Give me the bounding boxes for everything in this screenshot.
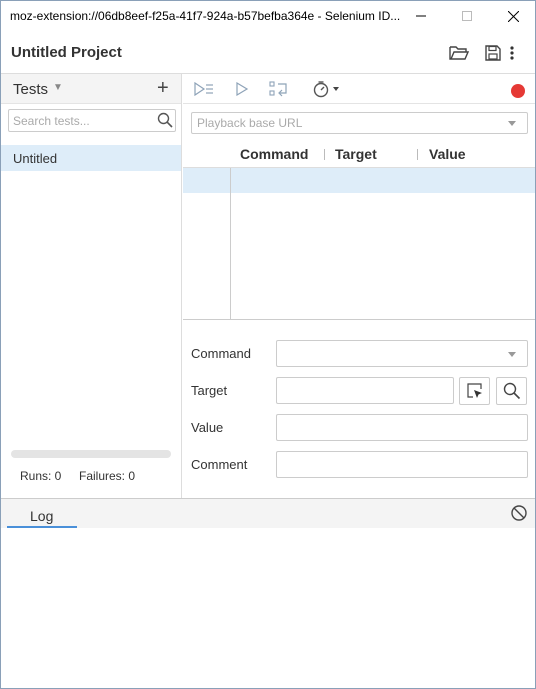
- search-icon[interactable]: [157, 112, 173, 133]
- save-project-icon: [485, 45, 501, 61]
- comment-label: Comment: [191, 457, 248, 472]
- column-divider[interactable]: [324, 149, 325, 160]
- test-speed-icon: [313, 81, 339, 98]
- tab-log[interactable]: Log: [7, 499, 77, 528]
- select-target-button[interactable]: [459, 377, 490, 405]
- column-header-target: Target: [335, 146, 377, 162]
- close-icon: [507, 10, 519, 22]
- command-field[interactable]: [276, 340, 528, 367]
- search-icon: [503, 382, 520, 400]
- record-button[interactable]: [511, 84, 525, 98]
- save-project-button[interactable]: [482, 42, 504, 64]
- target-label: Target: [191, 383, 228, 398]
- comment-field[interactable]: [276, 451, 528, 478]
- project-header: Untitled Project: [1, 32, 535, 74]
- close-button[interactable]: [490, 1, 536, 31]
- run-all-tests-button[interactable]: [193, 80, 215, 98]
- chevron-down-icon[interactable]: [508, 121, 516, 126]
- step-over-icon: [269, 81, 287, 97]
- selenium-ide-window: moz-extension://06db8eef-f25a-41f7-924a-…: [0, 0, 536, 689]
- find-target-button[interactable]: [496, 377, 527, 405]
- search-tests-box: [8, 109, 176, 132]
- playback-base-url-box: [191, 112, 528, 134]
- minimize-button[interactable]: [398, 1, 444, 31]
- tests-sidebar-header: Tests ▼ +: [1, 74, 181, 104]
- maximize-icon: [462, 11, 472, 21]
- test-item-untitled[interactable]: Untitled: [1, 145, 181, 171]
- command-table-header: Command Target Value: [183, 141, 535, 168]
- playback-base-url-input[interactable]: [192, 113, 492, 133]
- add-test-button[interactable]: +: [157, 77, 169, 100]
- test-progress-bar: [11, 450, 171, 458]
- target-field[interactable]: [276, 377, 454, 404]
- runs-count: Runs: 0: [20, 469, 62, 483]
- minimize-icon: [416, 15, 426, 17]
- tests-sidebar: Tests ▼ + Untitled Runs: 0 Failures: 0: [1, 74, 182, 498]
- column-header-value: Value: [429, 146, 466, 162]
- run-current-test-button[interactable]: [231, 80, 253, 98]
- command-table-body: [183, 168, 535, 320]
- window-title: moz-extension://06db8eef-f25a-41f7-924a-…: [10, 9, 401, 23]
- log-tabs: Log: [1, 499, 535, 528]
- value-label: Value: [191, 420, 224, 435]
- command-label: Command: [191, 346, 251, 361]
- failures-count: Failures: 0: [79, 469, 136, 483]
- run-current-test-icon: [236, 82, 249, 96]
- table-row[interactable]: [183, 168, 535, 193]
- clear-log-button[interactable]: [510, 504, 528, 527]
- value-field[interactable]: [276, 414, 528, 441]
- step-over-button[interactable]: [268, 80, 290, 98]
- project-name[interactable]: Untitled Project: [11, 44, 122, 61]
- clear-log-icon: [511, 505, 527, 521]
- tab-log-label: Log: [30, 508, 54, 524]
- search-tests-input[interactable]: [9, 110, 149, 131]
- tests-dropdown-label[interactable]: Tests: [13, 81, 48, 98]
- column-divider[interactable]: [417, 149, 418, 160]
- maximize-button[interactable]: [444, 1, 490, 31]
- select-target-icon: [466, 383, 482, 398]
- chevron-down-icon[interactable]: ▼: [53, 82, 63, 93]
- title-bar: moz-extension://06db8eef-f25a-41f7-924a-…: [1, 1, 535, 32]
- open-project-icon: [449, 46, 469, 60]
- run-all-tests-icon: [194, 82, 213, 96]
- column-header-command: Command: [240, 146, 309, 162]
- row-number-gutter-divider: [230, 168, 231, 319]
- open-project-button[interactable]: [448, 42, 470, 64]
- test-speed-button[interactable]: [311, 80, 343, 98]
- test-item-label: Untitled: [13, 151, 58, 166]
- more-vert-icon: [510, 46, 514, 60]
- log-panel: Log: [1, 498, 535, 688]
- playback-toolbar: [183, 74, 535, 104]
- chevron-down-icon[interactable]: [508, 352, 516, 357]
- more-options-button[interactable]: [506, 42, 518, 64]
